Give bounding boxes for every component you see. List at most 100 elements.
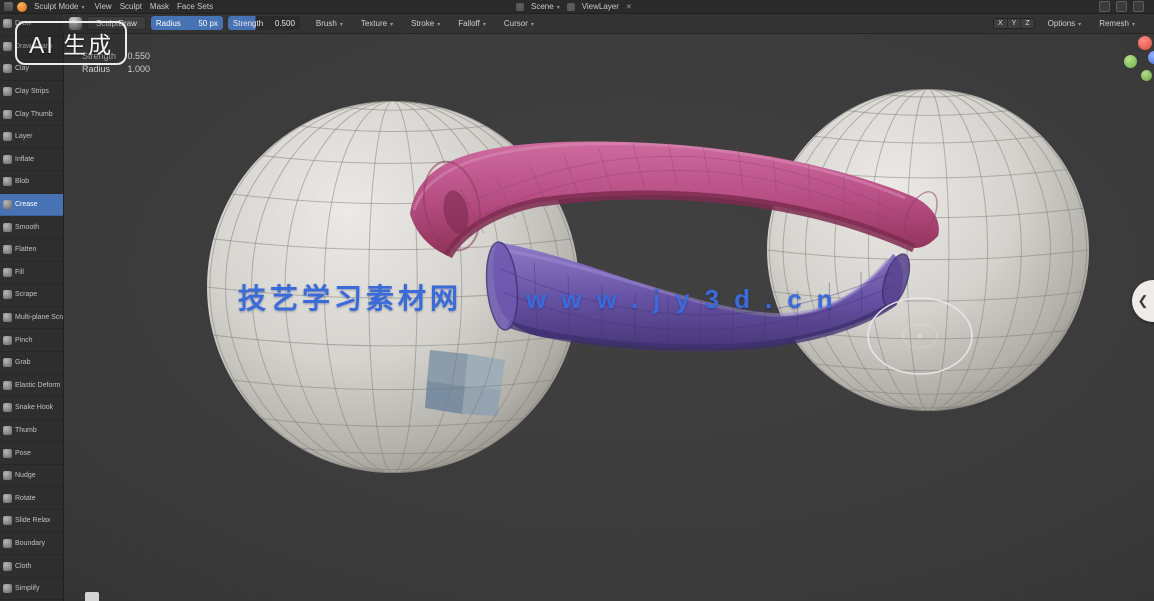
toolbar-dropdown[interactable]: Cursor xyxy=(501,19,537,28)
tool-label: Boundary xyxy=(15,540,45,547)
snap-icon[interactable] xyxy=(1099,1,1110,12)
mirror-axis-toggle[interactable]: X xyxy=(994,19,1008,28)
tool-icon xyxy=(3,358,12,367)
mirror-axis-toggle[interactable]: Y xyxy=(1008,19,1022,28)
sculpt-tool[interactable]: Slide Relax xyxy=(0,510,63,533)
tool-label: Simplify xyxy=(15,585,40,592)
tool-label: Crease xyxy=(15,201,38,208)
sculpt-tool[interactable]: Elastic Deform xyxy=(0,375,63,398)
header-panel-dropdown[interactable]: Options xyxy=(1045,19,1085,28)
strength-value: 0.500 xyxy=(275,19,295,28)
sculpt-tool[interactable]: Crease xyxy=(0,194,63,217)
face-set-patches xyxy=(425,350,505,416)
radius-label: Radius xyxy=(156,19,181,28)
tool-label: Cloth xyxy=(15,563,31,570)
tool-icon xyxy=(3,110,12,119)
toolbar-dropdown[interactable]: Stroke xyxy=(408,19,443,28)
sculpt-tool[interactable]: Pose xyxy=(0,442,63,465)
tool-label: Layer xyxy=(15,133,33,140)
sculpt-tool[interactable]: Smooth xyxy=(0,216,63,239)
sculpt-tool[interactable]: Rotate xyxy=(0,487,63,510)
toolbar-dropdown[interactable]: Brush xyxy=(313,19,346,28)
sculpt-tool[interactable]: Snake Hook xyxy=(0,397,63,420)
sculpt-tool[interactable]: Layer xyxy=(0,126,63,149)
tool-icon xyxy=(3,177,12,186)
blender-icon xyxy=(17,2,27,12)
shading-icon[interactable] xyxy=(1133,1,1144,12)
tool-label: Blob xyxy=(15,178,29,185)
mode-selector[interactable]: Sculpt Mode xyxy=(31,2,87,11)
mirror-toggle-group: XYZ xyxy=(993,18,1035,29)
menu-item[interactable]: Face Sets xyxy=(174,2,216,11)
tool-icon xyxy=(3,336,12,345)
tool-icon xyxy=(3,132,12,141)
collapse-arrow-icon: ❮ xyxy=(1138,293,1149,309)
axis-y-neg-handle[interactable] xyxy=(1141,70,1152,81)
toolbar-dropdown[interactable]: Falloff xyxy=(455,19,489,28)
sculpt-tool[interactable]: Simplify xyxy=(0,578,63,601)
strength-label: Strength xyxy=(233,19,263,28)
sculpt-tool[interactable]: Nudge xyxy=(0,465,63,488)
tool-icon xyxy=(3,381,12,390)
scene-icon xyxy=(516,3,524,11)
axis-y-handle[interactable] xyxy=(1124,55,1137,68)
toolbar-right: XYZ Options Remesh xyxy=(993,18,1148,29)
sculpt-tool[interactable]: Fill xyxy=(0,262,63,285)
tool-label: Thumb xyxy=(15,427,37,434)
sculpt-tool[interactable]: Cloth xyxy=(0,555,63,578)
tool-label: Clay xyxy=(15,65,29,72)
tool-label: Fill xyxy=(15,269,24,276)
hud-value: 0.550 xyxy=(127,50,150,63)
tool-icon xyxy=(3,313,12,322)
tool-icon xyxy=(3,539,12,548)
close-icon[interactable]: ✕ xyxy=(626,3,632,11)
header-panels: Options Remesh xyxy=(1045,19,1138,28)
overlays-icon[interactable] xyxy=(1116,1,1127,12)
mirror-axis-toggle[interactable]: Z xyxy=(1021,19,1033,28)
sculpt-tool[interactable]: Pinch xyxy=(0,329,63,352)
sculpt-tool[interactable]: Clay Thumb xyxy=(0,103,63,126)
radius-slider[interactable]: Radius 50 px xyxy=(151,16,223,30)
sculpt-tool[interactable]: Flatten xyxy=(0,239,63,262)
tool-label: Grab xyxy=(15,359,31,366)
toolbar-dropdown[interactable]: Texture xyxy=(358,19,396,28)
brush-panels: Brush Texture Stroke Falloff Cursor xyxy=(313,19,537,28)
sculpt-tool[interactable]: Clay Strips xyxy=(0,81,63,104)
menu-item[interactable]: Sculpt xyxy=(117,2,145,11)
tool-icon xyxy=(3,223,12,232)
tool-icon xyxy=(3,584,12,593)
tool-icon xyxy=(3,268,12,277)
menu-item[interactable]: Mask xyxy=(147,2,172,11)
axis-z-handle[interactable] xyxy=(1148,51,1154,64)
view-layer-selector[interactable]: ViewLayer xyxy=(579,2,622,11)
tool-label: Slide Relax xyxy=(15,517,50,524)
strength-slider[interactable]: Strength 0.500 xyxy=(228,16,300,30)
sculpt-tool[interactable]: Inflate xyxy=(0,149,63,172)
axis-x-handle[interactable] xyxy=(1138,36,1152,50)
topbar-center: Scene ViewLayer ✕ xyxy=(516,2,632,11)
view-layer-icon xyxy=(567,3,575,11)
sculpt-tool[interactable]: Blob xyxy=(0,171,63,194)
tool-settings-bar: SculptDraw Radius 50 px Strength 0.500 B… xyxy=(63,13,1154,34)
tool-icon xyxy=(3,494,12,503)
sculpt-tool[interactable]: Boundary xyxy=(0,533,63,556)
bottom-edge-widget xyxy=(85,592,99,601)
editor-type-icon[interactable] xyxy=(4,2,13,11)
sculpt-tool[interactable]: Multi-plane Scrape xyxy=(0,307,63,330)
menu-item[interactable]: View xyxy=(91,2,114,11)
radius-value: 50 px xyxy=(198,19,218,28)
tool-label: Flatten xyxy=(15,246,36,253)
topbar-right xyxy=(1099,1,1150,12)
tool-icon xyxy=(3,64,12,73)
sculpt-tool[interactable]: Thumb xyxy=(0,420,63,443)
header-panel-dropdown[interactable]: Remesh xyxy=(1096,19,1138,28)
sculpt-tool-sidebar: Draw Draw Sharp Clay Clay Strips Clay Th… xyxy=(0,13,64,601)
tool-label: Elastic Deform xyxy=(15,382,61,389)
tool-icon xyxy=(3,19,12,28)
navigation-gizmo[interactable] xyxy=(1120,36,1154,88)
blender-window: Sculpt Mode ViewSculptMaskFace Sets Scen… xyxy=(0,0,1154,601)
tool-icon xyxy=(3,562,12,571)
sculpt-tool[interactable]: Scrape xyxy=(0,284,63,307)
scene-selector[interactable]: Scene xyxy=(528,2,563,11)
sculpt-tool[interactable]: Grab xyxy=(0,352,63,375)
